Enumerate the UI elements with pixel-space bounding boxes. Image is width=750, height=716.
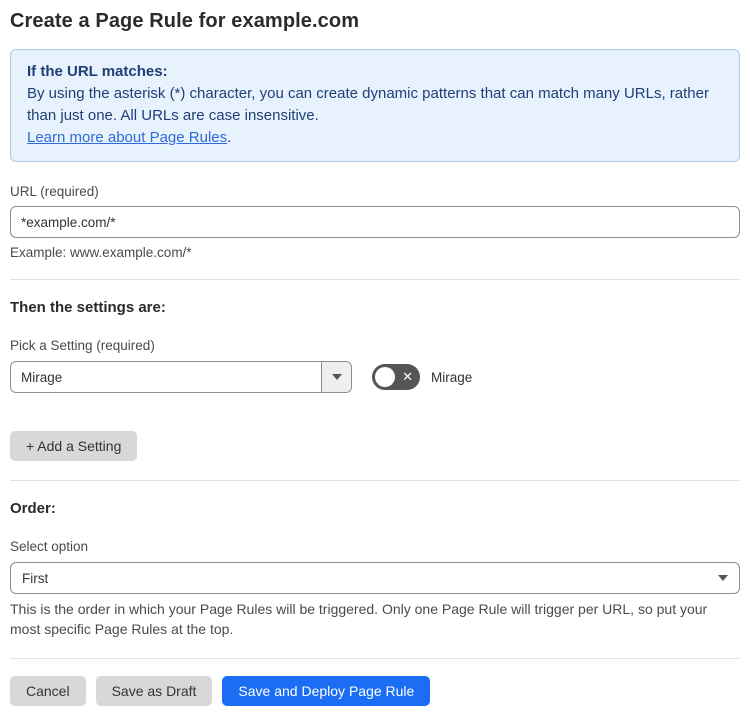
section-divider bbox=[10, 480, 740, 481]
section-divider bbox=[10, 279, 740, 280]
url-input[interactable] bbox=[10, 206, 740, 238]
page-title: Create a Page Rule for example.com bbox=[10, 10, 360, 32]
toggle-setting-label: Mirage bbox=[431, 369, 473, 385]
link-period: . bbox=[227, 129, 232, 146]
toggle-knob bbox=[375, 367, 395, 387]
info-box-link-line: Learn more about Page Rules. bbox=[27, 127, 723, 149]
url-match-info-box: If the URL matches: By using the asteris… bbox=[10, 49, 740, 162]
info-box-body: By using the asterisk (*) character, you… bbox=[27, 85, 709, 124]
order-select-label: Select option bbox=[10, 539, 89, 554]
url-label: URL (required) bbox=[10, 184, 99, 199]
learn-more-link[interactable]: Learn more about Page Rules bbox=[27, 129, 227, 146]
section-divider bbox=[10, 658, 740, 659]
setting-dropdown[interactable]: Mirage bbox=[10, 361, 352, 393]
order-select-value: First bbox=[22, 570, 49, 586]
setting-dropdown-value: Mirage bbox=[21, 369, 63, 385]
order-helper-text: This is the order in which your Page Rul… bbox=[10, 601, 708, 637]
dropdown-arrow-button[interactable] bbox=[321, 362, 351, 392]
setting-row: Mirage ✕ Mirage bbox=[10, 361, 740, 393]
x-icon: ✕ bbox=[402, 369, 413, 385]
url-helper: Example: www.example.com/* bbox=[10, 245, 192, 260]
cancel-button[interactable]: Cancel bbox=[10, 676, 86, 706]
save-deploy-button[interactable]: Save and Deploy Page Rule bbox=[222, 676, 431, 706]
settings-heading: Then the settings are: bbox=[10, 299, 166, 316]
info-box-heading: If the URL matches: bbox=[27, 63, 168, 80]
save-draft-button[interactable]: Save as Draft bbox=[95, 676, 213, 706]
add-setting-button[interactable]: + Add a Setting bbox=[10, 431, 138, 461]
chevron-down-icon bbox=[718, 575, 728, 581]
chevron-down-icon bbox=[331, 374, 342, 380]
footer-actions: Cancel Save as Draft Save and Deploy Pag… bbox=[10, 676, 740, 706]
order-select[interactable]: First bbox=[10, 562, 740, 594]
order-heading: Order: bbox=[10, 500, 56, 517]
mirage-toggle[interactable]: ✕ bbox=[372, 364, 420, 390]
setting-picker-label: Pick a Setting (required) bbox=[10, 338, 155, 353]
